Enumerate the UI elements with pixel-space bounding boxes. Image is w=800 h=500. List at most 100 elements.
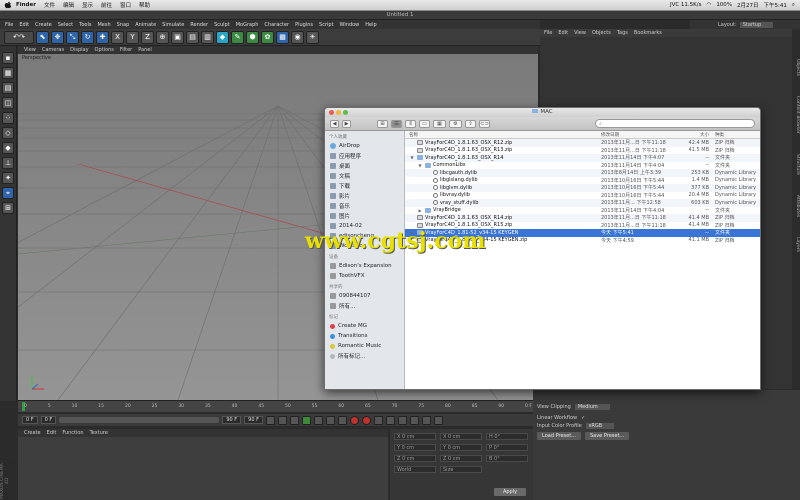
file-row[interactable]: ▶ VrayBridge 2013年11月14日 下午4:04 -- 文件夹: [405, 207, 760, 215]
c4d-menu-script[interactable]: Script: [316, 22, 337, 28]
obj-menu-view[interactable]: View: [574, 30, 586, 36]
rotate-tool-icon[interactable]: ↻: [81, 30, 94, 44]
snap-icon[interactable]: ⌖: [2, 187, 14, 199]
file-row[interactable]: libvray.dylib 2013年10月16日 下午5:44 20.4 MB Dy…: [405, 192, 760, 200]
coord-size-mode-dropdown[interactable]: Size: [440, 466, 482, 473]
sidebar-item-movies[interactable]: 影片: [325, 191, 404, 201]
position-key-icon[interactable]: [385, 415, 395, 425]
start-frame-field[interactable]: 0 F: [22, 416, 38, 424]
make-editable-icon[interactable]: ▪: [2, 52, 14, 64]
sidebar-item-downloads[interactable]: 下载: [325, 181, 404, 191]
menubar-item-window[interactable]: 窗口: [116, 1, 135, 9]
forward-icon[interactable]: ▶: [342, 119, 351, 128]
camera-icon[interactable]: ◉: [291, 30, 304, 44]
viewport-menu-display[interactable]: Display: [70, 47, 88, 53]
material-manager[interactable]: [18, 437, 388, 500]
c4d-menu-window[interactable]: Window: [337, 22, 363, 28]
sidebar-item-music[interactable]: 音乐: [325, 201, 404, 211]
column-header-size[interactable]: 大小: [681, 132, 715, 138]
obj-menu-edit[interactable]: Edit: [558, 30, 568, 36]
coord-mode-dropdown[interactable]: World: [394, 466, 436, 473]
disclosure-triangle-icon[interactable]: ▶: [417, 208, 423, 213]
viewport-menu-panel[interactable]: Panel: [138, 47, 152, 53]
scale-key-icon[interactable]: [397, 415, 407, 425]
column-view-icon[interactable]: ⫴: [405, 119, 416, 128]
render-settings-icon[interactable]: ▥: [201, 30, 214, 44]
linear-workflow-checkbox[interactable]: ✓: [581, 415, 585, 421]
load-preset-button[interactable]: Load Preset...: [537, 432, 581, 440]
tweak-mode-icon[interactable]: ✦: [2, 172, 14, 184]
timeline-settings-icon[interactable]: [433, 415, 443, 425]
next-key-icon[interactable]: [325, 415, 335, 425]
z-axis-icon[interactable]: Z: [141, 30, 154, 44]
sidebar-tag-transitions[interactable]: Transitions: [325, 331, 404, 341]
material-menu-edit[interactable]: Edit: [47, 430, 57, 436]
keyframe-selection-icon[interactable]: [373, 415, 383, 425]
obj-menu-file[interactable]: File: [544, 30, 552, 36]
go-to-start-icon[interactable]: [265, 415, 275, 425]
next-frame-icon[interactable]: [313, 415, 323, 425]
file-row[interactable]: vray_stuff.dylib 2013年11月... 下午12:58 603 K…: [405, 199, 760, 207]
file-row[interactable]: ▼ CommonLibs 2013年11月14日 下午4:04 -- 文件夹: [405, 162, 760, 170]
tab-objects[interactable]: Objects: [792, 59, 800, 76]
menubar-app-name[interactable]: Finder: [12, 2, 40, 8]
polygons-mode-icon[interactable]: ◆: [2, 142, 14, 154]
obj-menu-tags[interactable]: Tags: [617, 30, 628, 36]
zoom-icon[interactable]: [343, 110, 348, 115]
scale-tool-icon[interactable]: ⤡: [66, 30, 79, 44]
menubar-item-help[interactable]: 帮助: [135, 1, 154, 9]
column-header-name[interactable]: 名称: [405, 132, 601, 138]
array-icon[interactable]: ✿: [261, 30, 274, 44]
close-icon[interactable]: [329, 110, 334, 115]
undo-redo-icon[interactable]: ↶↷: [4, 30, 34, 44]
sidebar-item-toothvfx[interactable]: ToothVFX: [325, 271, 404, 281]
save-preset-button[interactable]: Save Preset...: [584, 432, 630, 440]
file-row[interactable]: libcgauth.dylib 2013年8月14日 上午3:39 253 KB Dy…: [405, 169, 760, 177]
y-axis-icon[interactable]: Y: [126, 30, 139, 44]
record-icon[interactable]: [349, 415, 359, 425]
tab-structure[interactable]: Structure: [792, 154, 800, 175]
cube-icon[interactable]: ◆: [216, 30, 229, 44]
c4d-menu-plugins[interactable]: Plugins: [292, 22, 316, 28]
menubar-item-file[interactable]: 文件: [40, 1, 59, 9]
tab-attributes[interactable]: Attributes: [792, 195, 800, 217]
end-frame-field[interactable]: 90 F: [222, 416, 242, 424]
render-picture-viewer-icon[interactable]: ▤: [186, 30, 199, 44]
coord-rot-h[interactable]: H 0°: [486, 433, 528, 440]
menubar-item-edit[interactable]: 编辑: [59, 1, 78, 9]
c4d-menu-help[interactable]: Help: [362, 22, 379, 28]
sidebar-tag-romantic-music[interactable]: Romantic Music: [325, 341, 404, 351]
sidebar-item-airdrop[interactable]: AirDrop: [325, 141, 404, 151]
minimize-icon[interactable]: [336, 110, 341, 115]
c4d-menu-select[interactable]: Select: [55, 22, 76, 28]
recent-tool-icon[interactable]: ✚: [96, 30, 109, 44]
sidebar-tag-all[interactable]: 所有标记...: [325, 351, 404, 361]
viewport-menu-cameras[interactable]: Cameras: [42, 47, 64, 53]
obj-menu-objects[interactable]: Objects: [592, 30, 611, 36]
disclosure-triangle-icon[interactable]: ▼: [409, 155, 415, 160]
file-row[interactable]: VrayForC4D_1.8.1.63_OSX_R13.zip 2013年11月.…: [405, 147, 760, 155]
preview-range-slider[interactable]: [59, 417, 220, 423]
current-frame-field[interactable]: 0 F: [40, 416, 57, 424]
file-row[interactable]: VrayForC4D_1.8.1.63_OSX_R12.zip 2013年11月.…: [405, 139, 760, 147]
column-header-kind[interactable]: 种类: [715, 132, 760, 138]
column-header-date[interactable]: 修改日期: [601, 132, 681, 138]
material-menu-texture[interactable]: Texture: [90, 430, 108, 436]
list-view-icon[interactable]: ☰: [391, 119, 402, 128]
material-menu-function[interactable]: Function: [62, 430, 83, 436]
search-icon[interactable]: ⌕: [792, 2, 795, 9]
c4d-menu-edit[interactable]: Edit: [16, 22, 32, 28]
c4d-menu-character[interactable]: Character: [261, 22, 292, 28]
move-tool-icon[interactable]: ✥: [51, 30, 64, 44]
share-icon[interactable]: ⇪: [465, 119, 476, 128]
sidebar-item-pictures[interactable]: 图片: [325, 211, 404, 221]
play-icon[interactable]: [301, 415, 311, 425]
lock-workplane-icon[interactable]: ⊞: [2, 202, 14, 214]
rotation-key-icon[interactable]: [409, 415, 419, 425]
view-clipping-dropdown[interactable]: Medium: [574, 404, 610, 410]
coord-pos-z[interactable]: Z 0 cm: [394, 455, 436, 462]
x-axis-icon[interactable]: X: [111, 30, 124, 44]
go-to-end-icon[interactable]: [337, 415, 347, 425]
prev-frame-icon[interactable]: [289, 415, 299, 425]
finder-search-input[interactable]: ⌕: [595, 119, 755, 128]
